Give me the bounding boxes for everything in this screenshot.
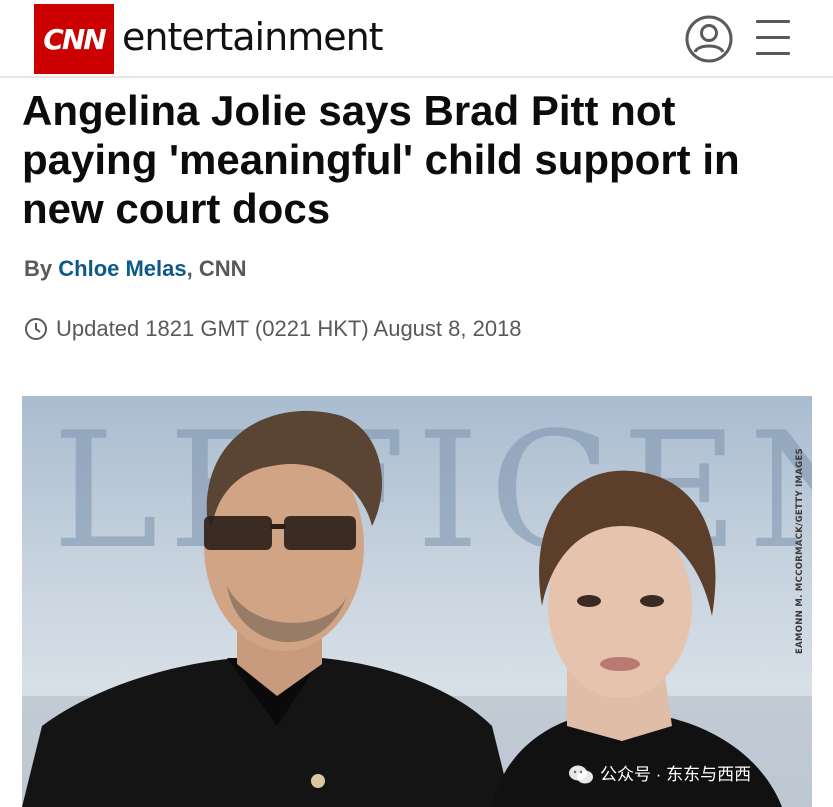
article-photo[interactable]: LEFICENT (22, 396, 812, 807)
hamburger-menu-icon (756, 20, 790, 23)
wechat-icon (569, 765, 593, 784)
menu-button[interactable] (752, 18, 794, 58)
watermark: 公众号 · 东东与西西 (568, 762, 751, 788)
byline: By Chloe Melas, CNN (24, 256, 247, 282)
hamburger-menu-icon (756, 36, 790, 39)
section-title[interactable]: entertainment (122, 12, 384, 62)
hamburger-menu-icon (756, 52, 790, 55)
user-circle-icon (685, 15, 733, 63)
clock-icon (25, 318, 47, 340)
article-timestamp: Updated 1821 GMT (0221 HKT) August 8, 20… (24, 315, 522, 343)
timestamp-text: Updated 1821 GMT (0221 HKT) August 8, 20… (56, 316, 522, 341)
cnn-logo[interactable]: CNN (34, 4, 114, 74)
photo-credit: EAMONN M. MCCORMACK/GETTY IMAGES (795, 448, 805, 654)
site-header: CNN entertainment (0, 0, 833, 78)
article-headline: Angelina Jolie says Brad Pitt not paying… (22, 87, 740, 232)
byline-prefix: By (24, 256, 59, 281)
account-button[interactable] (684, 14, 734, 64)
byline-source: , CNN (186, 256, 247, 281)
photo-illustration: LEFICENT (22, 397, 812, 807)
watermark-text: 公众号 · 东东与西西 (600, 765, 752, 784)
author-link[interactable]: Chloe Melas (58, 256, 186, 281)
